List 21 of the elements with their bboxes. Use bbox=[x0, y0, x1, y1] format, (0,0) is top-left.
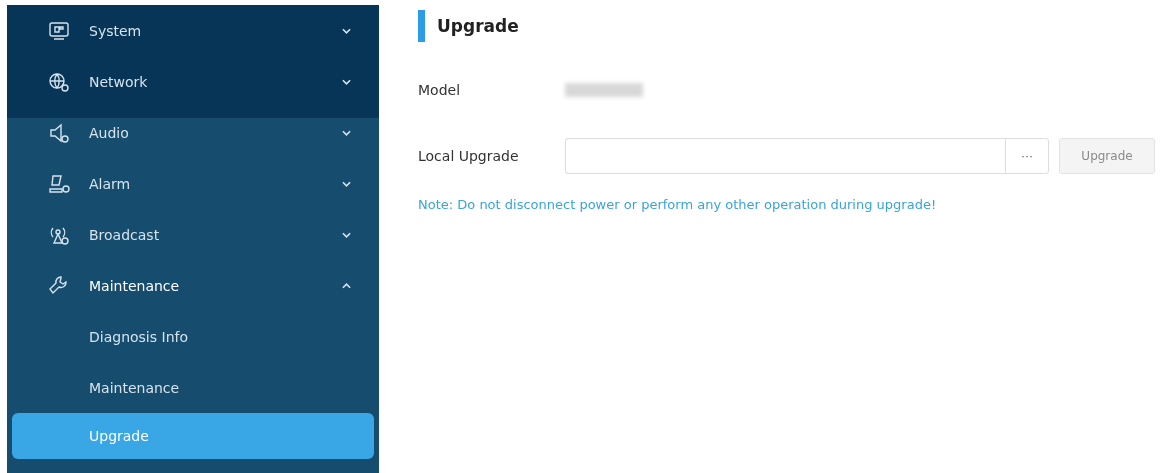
menu-item[interactable]: Network bbox=[7, 56, 379, 107]
menu-item[interactable]: Maintenance bbox=[7, 260, 379, 311]
warning-note: Note: Do not disconnect power or perform any other operation during upgrade! bbox=[418, 197, 938, 212]
menu-item[interactable]: Broadcast bbox=[7, 209, 379, 260]
field-label: Local Upgrade bbox=[418, 148, 520, 164]
title-accent-bar bbox=[418, 10, 425, 42]
chevron-icon bbox=[342, 231, 351, 238]
chevron-icon bbox=[342, 78, 351, 85]
menu-item[interactable]: Alarm bbox=[7, 158, 379, 209]
browse-button[interactable]: ··· bbox=[1005, 138, 1049, 174]
submenu-item[interactable]: Maintenance bbox=[7, 362, 379, 413]
menu-item[interactable]: System bbox=[7, 5, 379, 56]
file-path-field[interactable] bbox=[565, 138, 1005, 174]
chevron-icon bbox=[342, 27, 351, 34]
menu-item[interactable]: Audio bbox=[7, 107, 379, 158]
field-label: Model bbox=[418, 82, 462, 98]
submenu-item[interactable]: Diagnosis Info bbox=[7, 311, 379, 362]
chevron-icon bbox=[342, 129, 351, 136]
chevron-icon bbox=[342, 282, 351, 289]
chevron-icon bbox=[342, 180, 351, 187]
page-title: Upgrade bbox=[437, 16, 519, 36]
